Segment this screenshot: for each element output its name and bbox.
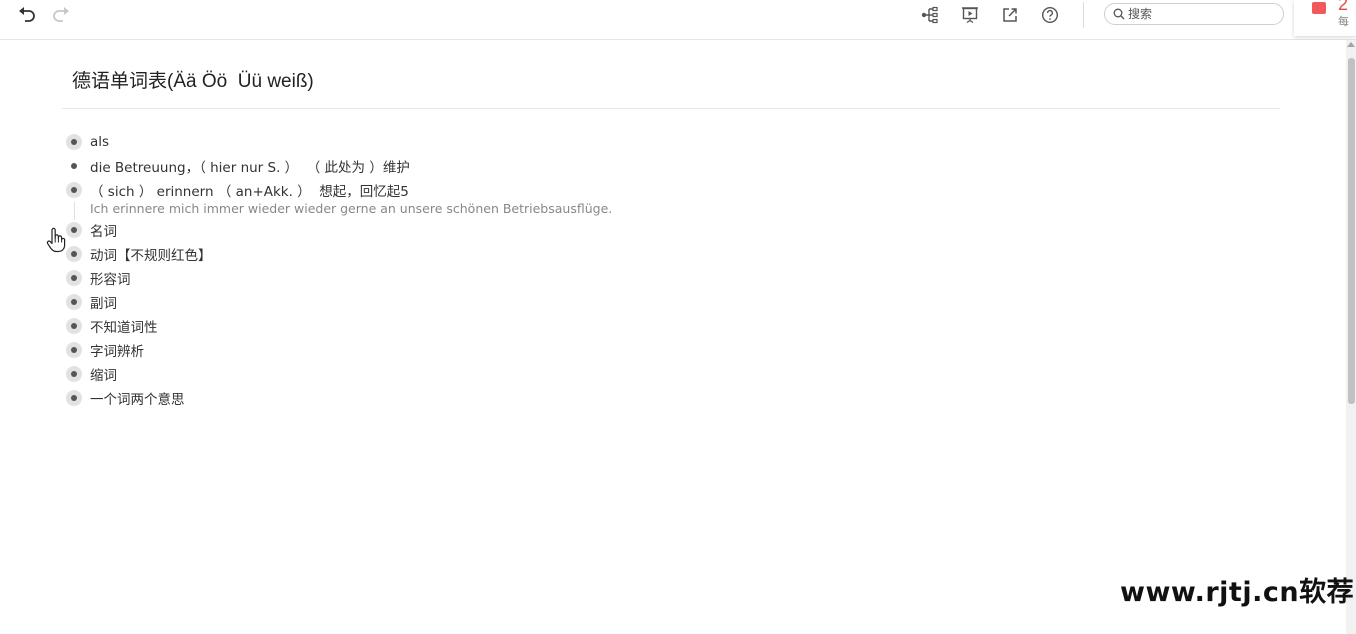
node-text[interactable]: 不知道词性 — [90, 316, 158, 336]
redo-icon — [53, 7, 69, 22]
outline-node[interactable]: 缩词 — [62, 362, 1162, 386]
undo-button[interactable] — [13, 4, 41, 26]
title-divider — [62, 108, 1280, 109]
redo-button[interactable] — [47, 4, 75, 26]
node-bullet-collapsed[interactable] — [66, 246, 82, 262]
outline-node[interactable]: als — [62, 130, 1162, 154]
node-bullet-collapsed[interactable] — [66, 366, 82, 382]
outline-node[interactable]: （ sich ） erinnern （ an+Akk. ） 想起，回忆起5 — [62, 178, 1162, 202]
scroll-up-icon[interactable] — [1347, 42, 1355, 47]
node-bullet-collapsed[interactable] — [66, 270, 82, 286]
node-text[interactable]: 一个词两个意思 — [90, 388, 185, 408]
mindmap-icon — [921, 6, 938, 24]
node-text[interactable]: als — [90, 134, 109, 150]
outline-node[interactable]: 动词【不规则红色】 — [62, 242, 1162, 266]
node-text[interactable]: 名词 — [90, 220, 117, 240]
export-button[interactable] — [996, 4, 1024, 26]
node-text[interactable]: 形容词 — [90, 268, 131, 288]
outline-list: als die Betreuung，（ hier nur S. ） （ 此处为 … — [62, 130, 1162, 410]
outline-node[interactable]: 不知道词性 — [62, 314, 1162, 338]
notification-card[interactable]: 2 每 — [1294, 0, 1356, 36]
page-title[interactable]: 德语单词表(Ää Öö Üü weiß) — [72, 66, 314, 93]
toolbar-separator — [1083, 2, 1084, 28]
node-bullet-collapsed[interactable] — [66, 134, 82, 150]
node-text[interactable]: （ sich ） erinnern （ an+Akk. ） 想起，回忆起5 — [90, 180, 409, 200]
watermark-text: www.rjtj.cn软荐网 — [1120, 577, 1356, 608]
vertical-scrollbar[interactable] — [1346, 40, 1356, 634]
notification-subtext: 每 — [1338, 15, 1349, 28]
node-text[interactable]: die Betreuung，（ hier nur S. ） （ 此处为 ）维护 — [90, 156, 410, 176]
mindmap-button[interactable] — [916, 4, 944, 26]
search-box[interactable] — [1104, 3, 1284, 25]
help-button[interactable] — [1036, 4, 1064, 26]
help-icon — [1041, 6, 1059, 24]
node-bullet-collapsed[interactable] — [66, 294, 82, 310]
node-text[interactable]: 字词辨析 — [90, 340, 144, 360]
node-bullet-collapsed[interactable] — [66, 182, 82, 198]
present-button[interactable] — [956, 4, 984, 26]
outline-node[interactable]: 形容词 — [62, 266, 1162, 290]
outline-node[interactable]: die Betreuung，（ hier nur S. ） （ 此处为 ）维护 — [62, 154, 1162, 178]
outline-node[interactable]: 副词 — [62, 290, 1162, 314]
outline-node[interactable]: 名词 — [62, 218, 1162, 242]
top-toolbar — [0, 0, 1356, 40]
node-note[interactable]: Ich erinnere mich immer wieder wieder ge… — [90, 200, 1162, 218]
outline-node[interactable]: 一个词两个意思 — [62, 386, 1162, 410]
search-icon — [1113, 8, 1125, 20]
export-icon — [1003, 8, 1017, 22]
scrollbar-thumb[interactable] — [1348, 58, 1355, 404]
outline-node[interactable]: 字词辨析 — [62, 338, 1162, 362]
node-text[interactable]: 缩词 — [90, 364, 117, 384]
node-bullet-collapsed[interactable] — [66, 390, 82, 406]
node-bullet-collapsed[interactable] — [66, 222, 82, 238]
undo-icon — [19, 7, 35, 22]
notification-badge-icon — [1312, 2, 1326, 14]
node-text[interactable]: 副词 — [90, 292, 117, 312]
node-text[interactable]: 动词【不规则红色】 — [90, 244, 212, 264]
node-bullet-collapsed[interactable] — [66, 318, 82, 334]
node-bullet[interactable] — [66, 158, 82, 174]
present-icon — [962, 7, 978, 24]
hand-cursor-icon — [46, 227, 66, 253]
node-bullet-collapsed[interactable] — [66, 342, 82, 358]
search-input[interactable] — [1128, 7, 1268, 21]
